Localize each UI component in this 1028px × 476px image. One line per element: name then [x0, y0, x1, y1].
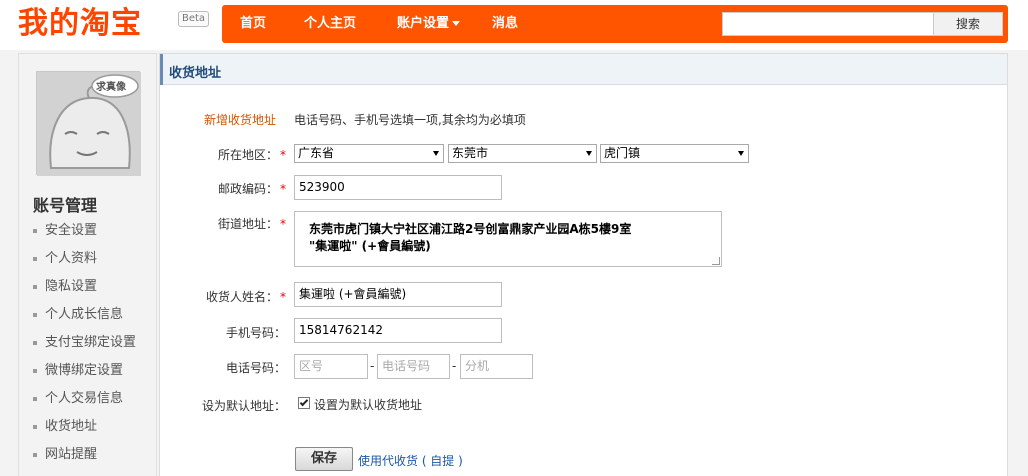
required-mark: *	[280, 217, 286, 231]
postcode-input[interactable]: 523900	[294, 175, 502, 200]
sidebar-item-growth[interactable]: 个人成长信息	[33, 301, 136, 329]
sidebar-item-label: 个人资料	[45, 251, 98, 266]
bullet-icon	[33, 368, 37, 373]
bullet-icon	[33, 228, 37, 233]
province-select[interactable]: 广东省	[294, 144, 444, 163]
nav-home[interactable]: 首页	[240, 5, 266, 43]
nav-messages-label: 消息	[492, 16, 519, 31]
bullet-icon	[33, 284, 37, 289]
header: 我的淘宝 Beta 首页 个人主页 账户设置 消息 搜索	[0, 0, 1028, 50]
bullet-icon	[33, 256, 37, 261]
checkmark-icon	[299, 397, 309, 407]
district-select[interactable]: 虎门镇	[600, 144, 749, 163]
page-title: 收货地址	[169, 66, 222, 81]
region-label-text: 所在地区：	[217, 148, 278, 162]
avatar[interactable]: 求真像	[36, 71, 141, 176]
sidebar: 求真像 账号管理 安全设置 个人资料 隐私设置 个人成长信息 支付宝绑定设置 微…	[18, 53, 157, 476]
phone-label-text: 电话号码：	[225, 361, 286, 375]
mobile-label-text: 手机号码：	[225, 326, 286, 340]
sidebar-item-label: 个人成长信息	[45, 307, 124, 322]
sidebar-item-label: 微博绑定设置	[45, 363, 124, 378]
dropdown-arrow-icon	[738, 151, 744, 156]
bullet-icon	[33, 396, 37, 401]
sidebar-title: 账号管理	[33, 196, 98, 215]
search-button[interactable]: 搜索	[933, 12, 1003, 36]
nav-account-settings-label: 账户设置	[397, 16, 450, 31]
city-select[interactable]: 东莞市	[448, 144, 597, 163]
new-address-heading: 新增收货地址	[204, 113, 277, 127]
nav-messages[interactable]: 消息	[492, 5, 518, 43]
nav-account-settings[interactable]: 账户设置	[397, 5, 461, 43]
bullet-icon	[33, 424, 37, 429]
sidebar-item-label: 个人交易信息	[45, 391, 124, 406]
sidebar-item-label: 支付宝绑定设置	[45, 335, 137, 350]
use-agent-pickup-link[interactable]: 使用代收货 ( 自提 )	[358, 452, 463, 469]
required-mark: *	[280, 148, 286, 162]
sidebar-item-label: 安全设置	[45, 223, 98, 238]
sidebar-item-security[interactable]: 安全设置	[33, 217, 136, 245]
mobile-label: 手机号码：	[226, 324, 286, 341]
phone-area-code-input[interactable]: 区号	[294, 354, 368, 379]
postcode-label: 邮政编码： *	[218, 180, 286, 197]
sidebar-item-profile[interactable]: 个人资料	[33, 245, 136, 273]
default-address-checkbox[interactable]	[298, 397, 310, 409]
default-address-checkbox-label[interactable]: 设置为默认收货地址	[314, 396, 422, 413]
sidebar-item-trade-info[interactable]: 个人交易信息	[33, 385, 136, 413]
main-nav: 首页 个人主页 账户设置 消息 搜索	[222, 5, 1008, 43]
phone-number-input[interactable]: 电话号码	[377, 354, 450, 379]
main-panel: 收货地址 新增收货地址 电话号码、手机号选填一项,其余均为必填项 所在地区： * …	[159, 53, 1008, 476]
bullet-icon	[33, 340, 37, 345]
phone-label: 电话号码：	[226, 359, 286, 376]
street-label: 街道地址： *	[218, 215, 286, 232]
street-label-text: 街道地址：	[217, 217, 278, 231]
nav-profile-label: 个人主页	[304, 16, 357, 31]
street-address-textarea[interactable]: 东莞市虎门镇大宁社区浦江路2号创富鼎家产业园A栋5樓9室 "集運啦" (+會員編…	[294, 211, 722, 267]
sidebar-item-shipping-address[interactable]: 收货地址	[33, 413, 136, 441]
dropdown-arrow-icon	[433, 151, 439, 156]
phone-extension-input[interactable]: 分机	[460, 354, 533, 379]
required-mark: *	[280, 290, 286, 304]
phone-separator: -	[452, 359, 457, 373]
sidebar-item-privacy[interactable]: 隐私设置	[33, 273, 136, 301]
sidebar-item-notifications[interactable]: 网站提醒	[33, 441, 136, 469]
receiver-name-label: 收货人姓名： *	[206, 288, 286, 305]
sidebar-item-weibo[interactable]: 微博绑定设置	[33, 357, 136, 385]
sidebar-item-alipay[interactable]: 支付宝绑定设置	[33, 329, 136, 357]
district-value: 虎门镇	[604, 146, 641, 160]
province-value: 广东省	[298, 146, 335, 160]
street-address-line2: "集運啦" (+會員編號)	[309, 239, 431, 253]
phone-separator: -	[370, 359, 375, 373]
region-label: 所在地区： *	[218, 146, 286, 163]
default-label: 设为默认地址：	[202, 397, 286, 414]
sidebar-item-label: 收货地址	[45, 419, 98, 434]
bullet-icon	[33, 312, 37, 317]
default-label-text: 设为默认地址：	[201, 399, 286, 413]
site-logo[interactable]: 我的淘宝	[18, 6, 142, 42]
bullet-icon	[33, 452, 37, 457]
form-tip: 电话号码、手机号选填一项,其余均为必填项	[294, 113, 526, 127]
postcode-label-text: 邮政编码：	[217, 182, 278, 196]
sidebar-item-label: 隐私设置	[45, 279, 98, 294]
panel-header: 收货地址	[160, 54, 1007, 85]
required-mark: *	[280, 182, 286, 196]
city-value: 东莞市	[452, 146, 489, 160]
save-button[interactable]: 保存	[295, 447, 353, 471]
chevron-down-icon	[452, 21, 461, 26]
street-address-line1: 东莞市虎门镇大宁社区浦江路2号创富鼎家产业园A栋5樓9室	[309, 222, 632, 236]
receiver-name-input[interactable]: 集運啦 (+會員編號)	[294, 282, 502, 307]
search-input[interactable]	[722, 12, 934, 36]
dropdown-arrow-icon	[586, 151, 592, 156]
nav-home-label: 首页	[240, 16, 267, 31]
sidebar-item-label: 网站提醒	[45, 447, 98, 462]
beta-badge: Beta	[178, 11, 210, 27]
nav-profile[interactable]: 个人主页	[304, 5, 356, 43]
panel-header-accent	[160, 54, 163, 85]
sidebar-menu: 安全设置 个人资料 隐私设置 个人成长信息 支付宝绑定设置 微博绑定设置 个人交…	[33, 217, 136, 469]
avatar-badge: 求真像	[96, 82, 126, 93]
receiver-name-label-text: 收货人姓名：	[205, 290, 278, 304]
mobile-input[interactable]: 15814762142	[294, 318, 502, 343]
resize-handle-icon[interactable]	[712, 257, 720, 265]
